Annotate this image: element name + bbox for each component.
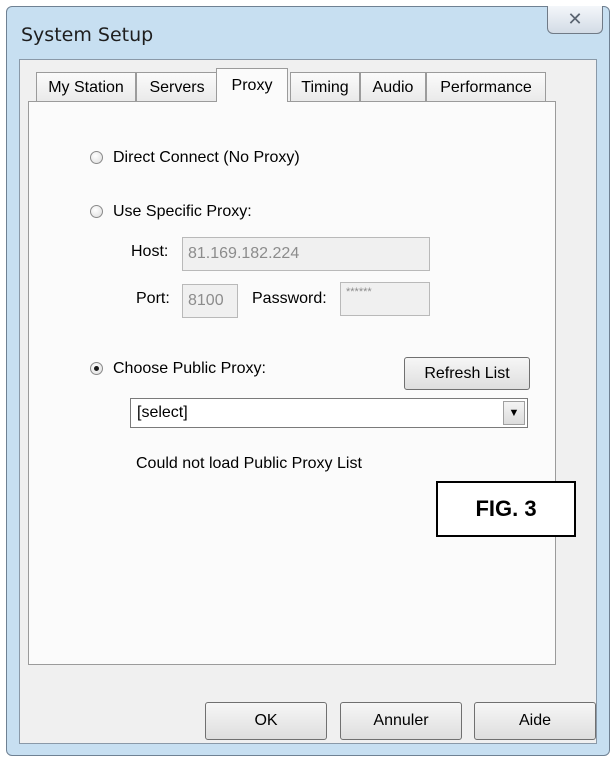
- tab-label: Audio: [372, 78, 414, 96]
- cancel-label: Annuler: [373, 712, 429, 729]
- proxy-status-text: Could not load Public Proxy List: [136, 455, 362, 472]
- help-label: Aide: [518, 712, 552, 729]
- public-proxy-label: Choose Public Proxy:: [113, 360, 266, 377]
- tab-label: My Station: [48, 78, 124, 96]
- dropdown-arrow-icon[interactable]: ▼: [503, 401, 525, 425]
- specific-proxy-radio[interactable]: [90, 205, 103, 218]
- tab-my-station[interactable]: My Station: [36, 72, 136, 102]
- radio-selected-dot: [94, 366, 99, 371]
- password-label: Password:: [252, 290, 327, 307]
- tab-label: Timing: [301, 78, 349, 96]
- help-button[interactable]: Aide: [474, 702, 596, 740]
- public-proxy-select[interactable]: [select] ▼: [130, 398, 528, 428]
- port-input[interactable]: 8100: [182, 284, 238, 318]
- select-value: [select]: [137, 404, 188, 421]
- cancel-button[interactable]: Annuler: [340, 702, 462, 740]
- tab-proxy[interactable]: Proxy: [216, 68, 288, 102]
- tab-label: Proxy: [231, 76, 273, 94]
- password-input[interactable]: ******: [340, 282, 430, 316]
- tab-label: Performance: [440, 78, 532, 96]
- tab-performance[interactable]: Performance: [426, 72, 546, 102]
- public-proxy-radio[interactable]: [90, 362, 103, 375]
- close-button[interactable]: ✕: [547, 6, 603, 34]
- port-label: Port:: [136, 290, 170, 307]
- refresh-list-label: Refresh List: [424, 364, 510, 382]
- ok-label: OK: [254, 712, 278, 729]
- ok-button[interactable]: OK: [205, 702, 327, 740]
- host-label: Host:: [131, 243, 169, 260]
- figure-label: FIG. 3: [436, 481, 576, 537]
- host-input[interactable]: 81.169.182.224: [182, 237, 430, 271]
- window-title: System Setup: [21, 24, 154, 46]
- direct-connect-label: Direct Connect (No Proxy): [113, 149, 300, 166]
- specific-proxy-label: Use Specific Proxy:: [113, 203, 252, 220]
- tab-label: Servers: [149, 78, 205, 96]
- close-icon: ✕: [567, 9, 583, 29]
- tab-servers[interactable]: Servers: [136, 72, 218, 102]
- direct-connect-radio[interactable]: [90, 151, 103, 164]
- tab-timing[interactable]: Timing: [290, 72, 360, 102]
- refresh-list-button[interactable]: Refresh List: [404, 357, 530, 390]
- tab-audio[interactable]: Audio: [360, 72, 426, 102]
